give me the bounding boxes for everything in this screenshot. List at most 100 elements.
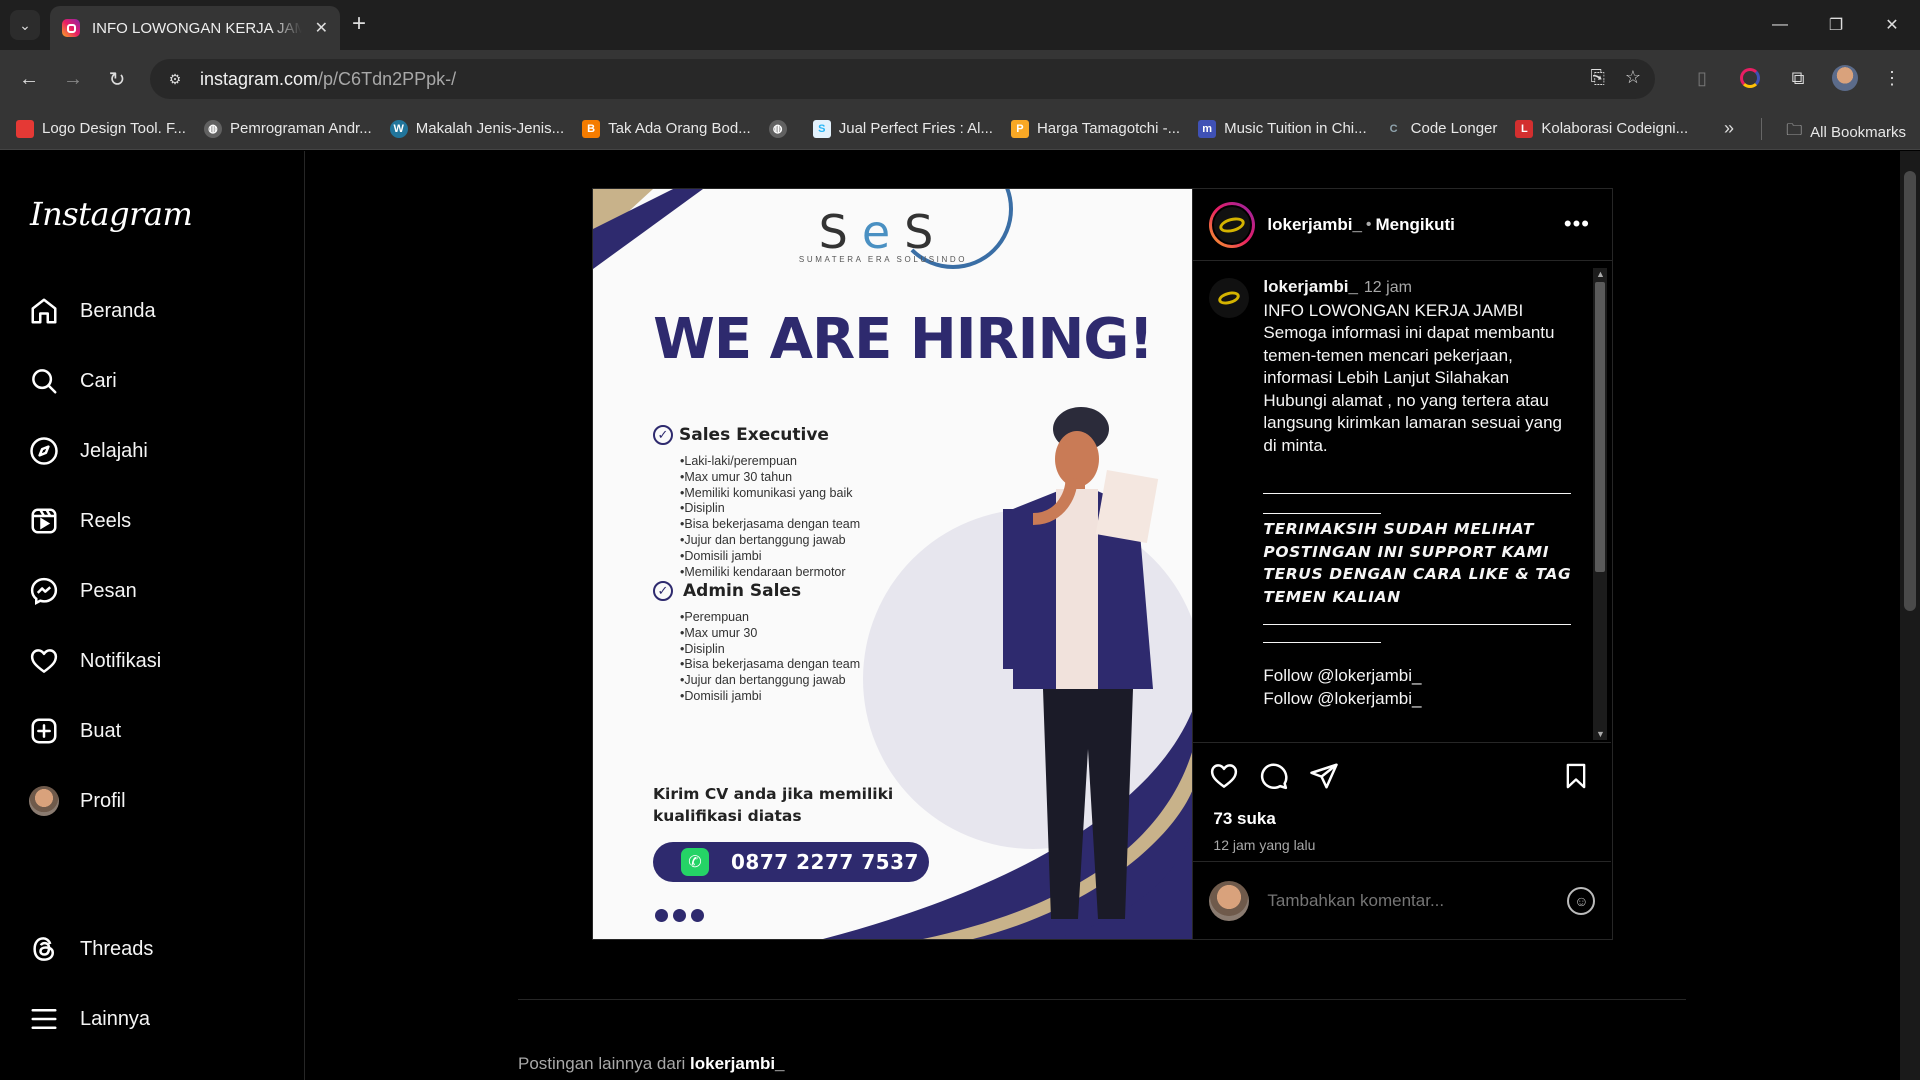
company-logo: SeS SUMATERA ERA SOLUSINDO: [773, 205, 993, 264]
nav-item-threads[interactable]: Threads: [28, 929, 153, 969]
back-button[interactable]: ←: [14, 64, 44, 94]
scroll-up-arrow-icon[interactable]: ▲: [1595, 269, 1605, 279]
globe-icon: ◍: [203, 119, 222, 138]
more-bookmarks-icon[interactable]: »: [1724, 118, 1734, 139]
forward-button[interactable]: →: [58, 64, 88, 94]
requirement-item: •Memiliki kendaraan bermotor: [680, 564, 846, 579]
caption-username[interactable]: lokerjambi_: [1263, 277, 1358, 296]
site-info-icon[interactable]: ⚙: [164, 68, 186, 90]
nav-item-buat[interactable]: Buat: [28, 711, 121, 751]
save-bookmark-icon[interactable]: [1561, 761, 1591, 791]
nav-label: Profil: [80, 789, 126, 812]
bookmark-star-icon[interactable]: ☆: [1625, 67, 1641, 88]
tab-title: INFO LOWONGAN KERJA JAMBI: [92, 19, 302, 37]
section-divider: [518, 999, 1686, 1000]
nav-item-lainnya[interactable]: Lainnya: [28, 999, 150, 1039]
more-options-icon[interactable]: •••: [1564, 211, 1590, 237]
bookmark-item[interactable]: P Harga Tamagotchi -...: [1010, 119, 1180, 138]
color-extension-icon[interactable]: [1736, 64, 1764, 92]
job2-requirements: •Perempuan •Max umur 30 •Disiplin •Bisa bek…: [680, 610, 860, 705]
minimize-button[interactable]: —: [1752, 0, 1808, 50]
like-count[interactable]: 73 suka: [1213, 809, 1275, 829]
post-image[interactable]: SeS SUMATERA ERA SOLUSINDO WE ARE HIRING…: [593, 189, 1193, 939]
tab-close-icon[interactable]: ✕: [315, 18, 328, 38]
checkmark-icon: ✓: [653, 425, 673, 445]
bookmark-item[interactable]: S Jual Perfect Fries : Al...: [812, 119, 993, 138]
home-icon: [28, 295, 60, 327]
poster-headline: WE ARE HIRING!: [653, 307, 1154, 372]
bookmark-item[interactable]: Logo Design Tool. F...: [16, 119, 186, 138]
bookmark-item[interactable]: C Code Longer: [1385, 120, 1498, 138]
emoji-icon[interactable]: ☺: [1567, 886, 1596, 915]
nav-item-notifikasi[interactable]: Notifikasi: [28, 641, 161, 681]
blogger-icon: B: [582, 119, 601, 138]
folder-icon: 🗀: [1786, 122, 1803, 139]
scroll-down-arrow-icon[interactable]: ▼: [1595, 729, 1605, 739]
messenger-icon: [28, 575, 60, 607]
caption-scrollbar[interactable]: ▲ ▼: [1593, 268, 1608, 740]
page-scrollbar[interactable]: [1900, 151, 1920, 1080]
like-heart-icon[interactable]: [1209, 761, 1239, 791]
restore-button[interactable]: ❐: [1808, 0, 1864, 50]
loker-jambi-logo-icon: [1218, 214, 1247, 235]
comment-input[interactable]: [1267, 890, 1548, 911]
post-container: SeS SUMATERA ERA SOLUSINDO WE ARE HIRING…: [592, 188, 1613, 940]
phone-number: 0877 2277 7537: [731, 850, 919, 874]
nav-label: Buat: [80, 719, 122, 742]
wordpress-icon: W: [389, 119, 408, 138]
bookmark-item[interactable]: B Tak Ada Orang Bod...: [582, 119, 751, 138]
bookmark-item[interactable]: ◍ Pemrograman Andr...: [203, 119, 372, 138]
author-avatar[interactable]: [1209, 201, 1256, 248]
install-app-icon[interactable]: ⎘: [1590, 67, 1604, 88]
compass-icon: [28, 435, 60, 467]
nav-item-profil[interactable]: Profil: [28, 781, 126, 821]
tab-search-button[interactable]: ⌄: [10, 10, 40, 40]
heart-icon: [28, 645, 60, 677]
threads-icon: [28, 933, 60, 965]
page-scroll-thumb[interactable]: [1904, 171, 1916, 611]
caption-avatar[interactable]: [1209, 278, 1250, 318]
codeigniter-icon: L: [1515, 119, 1534, 138]
comment-icon[interactable]: [1259, 761, 1289, 791]
menu-kebab-icon[interactable]: ⋮: [1878, 64, 1906, 92]
bookmark-item[interactable]: m Music Tuition in Chi...: [1198, 119, 1367, 138]
requirement-item: •Domisili jambi: [680, 548, 762, 563]
requirement-item: •Jujur dan bertanggung jawab: [680, 673, 846, 688]
checkmark-icon: ✓: [653, 581, 673, 601]
instagram-logo[interactable]: Instagram: [30, 195, 193, 233]
follow-status-button[interactable]: Mengikuti: [1376, 215, 1455, 235]
post-timestamp[interactable]: 12 jam yang lalu: [1213, 837, 1315, 853]
requirement-item: •Perempuan: [680, 610, 750, 624]
bookmarks-divider: [1761, 118, 1762, 140]
bookmark-item[interactable]: L Kolaborasi Codeigni...: [1515, 119, 1688, 138]
address-bar[interactable]: ⚙ instagram.com/p/C6Tdn2PPpk-/ ⎘ ☆: [150, 59, 1655, 99]
main-content: SeS SUMATERA ERA SOLUSINDO WE ARE HIRING…: [305, 151, 1900, 1080]
post-header: lokerjambi_ • Mengikuti •••: [1193, 189, 1612, 261]
nav-item-beranda[interactable]: Beranda: [28, 291, 156, 331]
nav-label: Notifikasi: [80, 649, 162, 672]
reading-mode-icon[interactable]: ▯: [1688, 64, 1716, 92]
nav-item-reels[interactable]: Reels: [28, 501, 131, 541]
requirement-item: •Max umur 30 tahun: [680, 469, 793, 484]
reload-button[interactable]: ↻: [102, 64, 132, 94]
author-username[interactable]: lokerjambi_: [1267, 215, 1362, 235]
bookmark-item[interactable]: W Makalah Jenis-Jenis...: [389, 119, 564, 138]
requirement-item: •Memiliki komunikasi yang baik: [680, 485, 853, 500]
nav-item-pesan[interactable]: Pesan: [28, 571, 137, 611]
nav-item-cari[interactable]: Cari: [28, 361, 117, 401]
active-tab[interactable]: INFO LOWONGAN KERJA JAMBI ✕: [50, 6, 340, 50]
scroll-thumb[interactable]: [1595, 282, 1606, 572]
requirement-item: •Disiplin: [680, 641, 725, 656]
new-tab-button[interactable]: +: [352, 12, 366, 36]
caption-text: lokerjambi_ 12 jam INFO LOWONGAN KERJA JA…: [1263, 276, 1573, 710]
extensions-icon[interactable]: ⧉: [1784, 64, 1812, 92]
share-send-icon[interactable]: [1309, 761, 1339, 791]
close-window-button[interactable]: ✕: [1864, 0, 1920, 50]
bookmark-item[interactable]: ◍: [768, 119, 795, 138]
nav-item-jelajahi[interactable]: Jelajahi: [28, 431, 148, 471]
nav-label: Reels: [80, 509, 132, 532]
search-icon: [28, 365, 60, 397]
all-bookmarks-button[interactable]: 🗀 All Bookmarks: [1786, 119, 1906, 146]
more-posts-user-link[interactable]: lokerjambi_: [690, 1054, 785, 1073]
profile-avatar[interactable]: [1832, 65, 1858, 91]
